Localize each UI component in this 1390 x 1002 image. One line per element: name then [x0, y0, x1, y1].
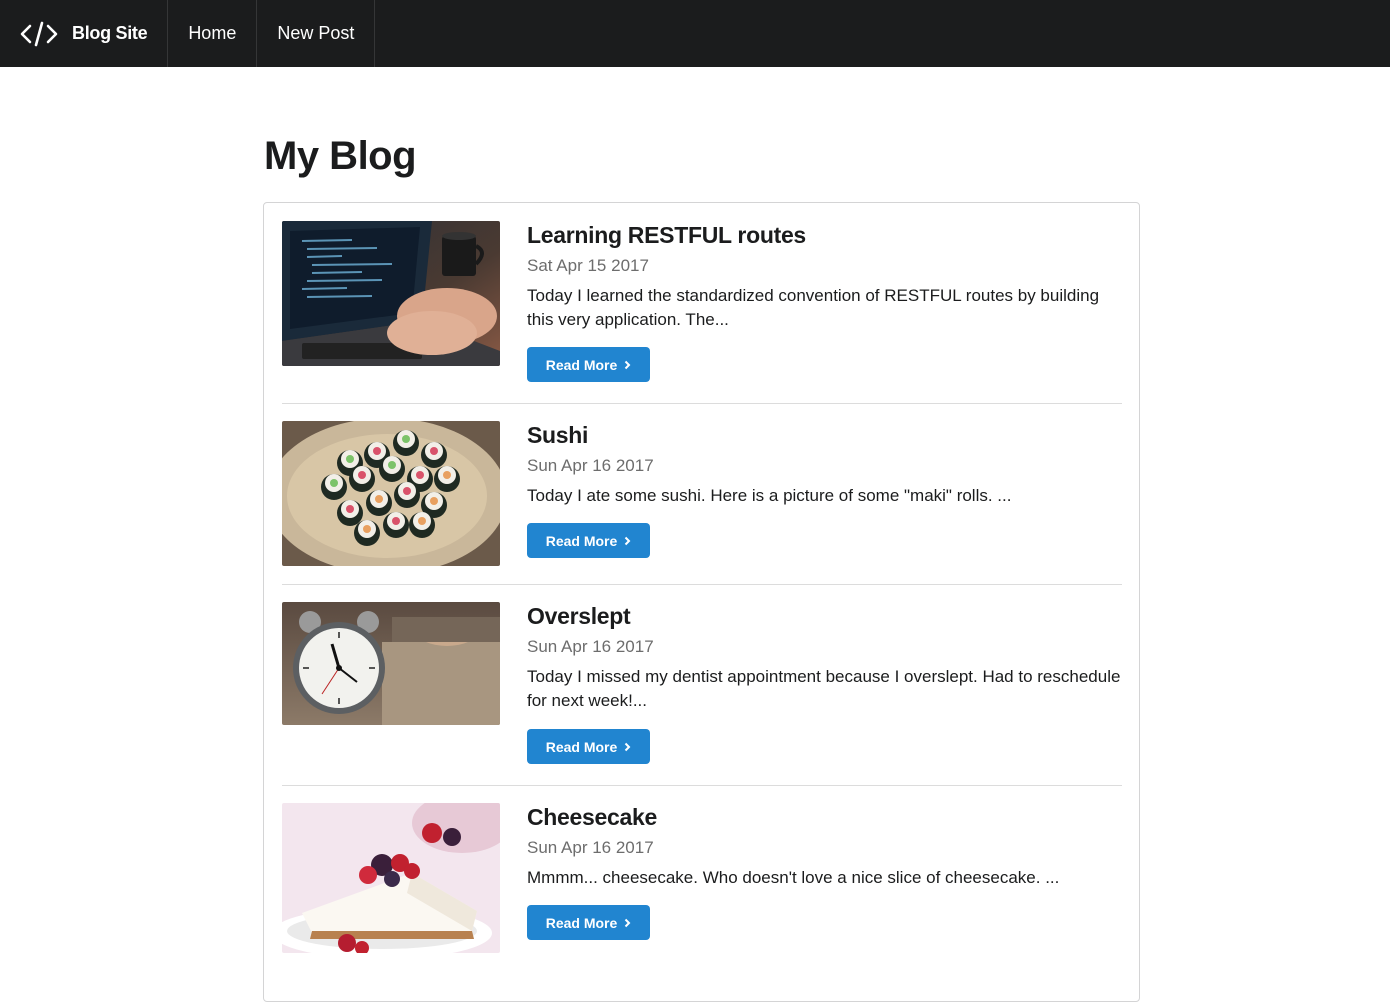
- divider: [282, 785, 1122, 786]
- laptop-coding-photo: [282, 221, 500, 366]
- post-excerpt: Today I ate some sushi. Here is a pictur…: [527, 486, 1012, 505]
- post-thumbnail[interactable]: [282, 221, 500, 366]
- chevron-right-icon: [624, 536, 631, 546]
- divider: [282, 403, 1122, 404]
- post-title[interactable]: Cheesecake: [527, 803, 1127, 831]
- post-title[interactable]: Overslept: [527, 602, 1127, 630]
- code-icon: [20, 20, 58, 48]
- post-excerpt: Today I learned the standardized convent…: [527, 286, 1100, 329]
- chevron-right-icon: [624, 918, 631, 928]
- post-excerpt: Today I missed my dentist appointment be…: [527, 667, 1121, 710]
- chevron-right-icon: [624, 360, 631, 370]
- post-thumbnail[interactable]: [282, 421, 500, 566]
- post-date: Sun Apr 16 2017: [527, 838, 654, 857]
- post-body: Learning RESTFUL routes Sat Apr 15 2017 …: [527, 221, 1127, 332]
- nav-item-new-post[interactable]: New Post: [257, 0, 376, 67]
- alarm-clock-photo: [282, 602, 500, 725]
- read-more-button[interactable]: Read More: [527, 729, 650, 764]
- sushi-plate-photo: [282, 421, 500, 566]
- read-more-label: Read More: [545, 914, 618, 931]
- read-more-label: Read More: [545, 356, 618, 373]
- page-title: My Blog: [264, 134, 417, 178]
- top-navbar: Blog Site Home New Post: [0, 0, 1390, 67]
- read-more-label: Read More: [545, 738, 618, 755]
- post-title[interactable]: Learning RESTFUL routes: [527, 221, 1127, 249]
- read-more-button[interactable]: Read More: [527, 905, 650, 940]
- cheesecake-photo: [282, 803, 500, 953]
- post-date: Sun Apr 16 2017: [527, 456, 654, 475]
- chevron-right-icon: [624, 742, 631, 752]
- post-excerpt: Mmmm... cheesecake. Who doesn't love a n…: [527, 868, 1060, 887]
- post-thumbnail[interactable]: [282, 602, 500, 725]
- post-body: Sushi Sun Apr 16 2017 Today I ate some s…: [527, 421, 1127, 508]
- post-body: Overslept Sun Apr 16 2017 Today I missed…: [527, 602, 1127, 713]
- post-title[interactable]: Sushi: [527, 421, 1127, 449]
- read-more-button[interactable]: Read More: [527, 523, 650, 558]
- brand-link[interactable]: Blog Site: [0, 0, 169, 67]
- post-list: Learning RESTFUL routes Sat Apr 15 2017 …: [263, 202, 1140, 1002]
- read-more-label: Read More: [545, 532, 618, 549]
- read-more-button[interactable]: Read More: [527, 347, 650, 382]
- post-body: Cheesecake Sun Apr 16 2017 Mmmm... chees…: [527, 803, 1127, 890]
- post-thumbnail[interactable]: [282, 803, 500, 953]
- post-date: Sun Apr 16 2017: [527, 637, 654, 656]
- nav-item-home[interactable]: Home: [168, 0, 258, 67]
- post-date: Sat Apr 15 2017: [527, 256, 649, 275]
- brand-label: Blog Site: [72, 23, 148, 43]
- divider: [282, 584, 1122, 585]
